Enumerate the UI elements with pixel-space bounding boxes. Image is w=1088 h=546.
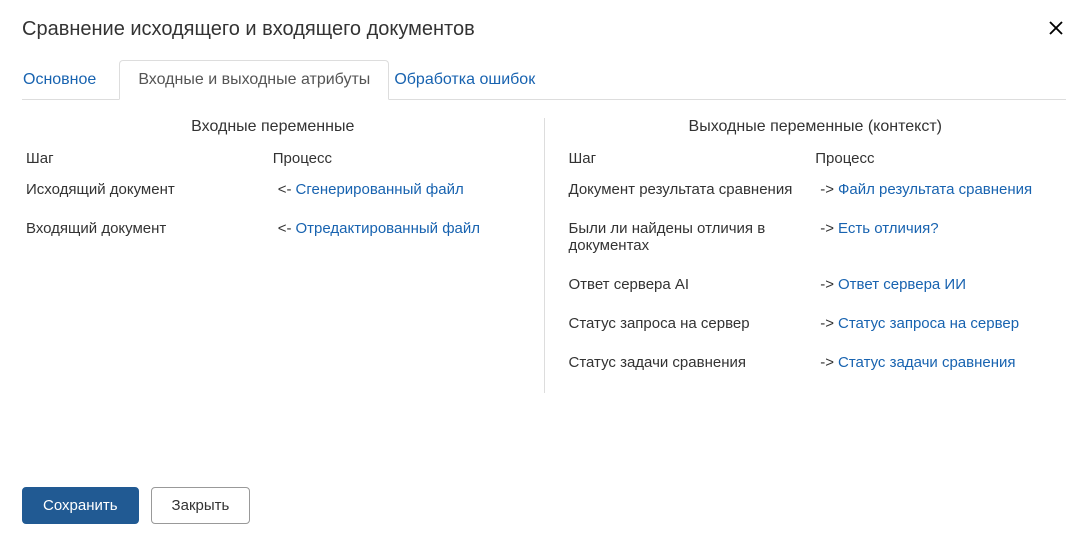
- input-variables-panel: Входные переменные Шаг Процесс Исходящий…: [22, 118, 545, 393]
- input-row: Исходящий документ <- Сгенерированный фа…: [26, 181, 520, 198]
- output-step-label: Были ли найдены отличия в документах: [569, 220, 821, 254]
- output-row: Документ результата сравнения -> Файл ре…: [569, 181, 1063, 198]
- output-row: Ответ сервера AI -> Ответ сервера ИИ: [569, 276, 1063, 293]
- output-row: Статус запроса на сервер -> Статус запро…: [569, 315, 1063, 332]
- input-row: Входящий документ <- Отредактированный ф…: [26, 220, 520, 237]
- arrow-left-icon: <-: [278, 220, 292, 237]
- input-process-link[interactable]: Отредактированный файл: [296, 220, 481, 237]
- input-step-label: Входящий документ: [26, 220, 278, 237]
- output-process-link[interactable]: Есть отличия?: [838, 220, 939, 237]
- arrow-right-icon: ->: [820, 354, 834, 371]
- save-button[interactable]: Сохранить: [22, 487, 139, 524]
- output-step-label: Статус запроса на сервер: [569, 315, 821, 332]
- output-step-label: Документ результата сравнения: [569, 181, 821, 198]
- dialog-title: Сравнение исходящего и входящего докумен…: [22, 18, 475, 41]
- input-panel-title: Входные переменные: [26, 118, 520, 136]
- output-step-label: Статус задачи сравнения: [569, 354, 821, 371]
- output-process-link[interactable]: Статус запроса на сервер: [838, 315, 1019, 332]
- output-process-link[interactable]: Статус задачи сравнения: [838, 354, 1016, 371]
- output-row: Были ли найдены отличия в документах -> …: [569, 220, 1063, 254]
- arrow-right-icon: ->: [820, 315, 834, 332]
- input-header-process: Процесс: [273, 150, 520, 167]
- arrow-right-icon: ->: [820, 181, 834, 198]
- tab-attributes[interactable]: Входные и выходные атрибуты: [119, 60, 389, 100]
- input-step-label: Исходящий документ: [26, 181, 278, 198]
- close-button[interactable]: Закрыть: [151, 487, 251, 524]
- output-header-step: Шаг: [569, 150, 816, 167]
- output-process-link[interactable]: Файл результата сравнения: [838, 181, 1032, 198]
- arrow-right-icon: ->: [820, 220, 834, 237]
- arrow-right-icon: ->: [820, 276, 834, 293]
- tab-bar: Основное Входные и выходные атрибуты Обр…: [22, 59, 1066, 100]
- output-panel-title: Выходные переменные (контекст): [569, 118, 1063, 136]
- tab-errors[interactable]: Обработка ошибок: [393, 60, 554, 100]
- input-header-step: Шаг: [26, 150, 273, 167]
- tab-main[interactable]: Основное: [22, 60, 115, 100]
- close-icon[interactable]: [1046, 18, 1066, 38]
- arrow-left-icon: <-: [278, 181, 292, 198]
- output-variables-panel: Выходные переменные (контекст) Шаг Проце…: [545, 118, 1067, 393]
- output-header-process: Процесс: [815, 150, 1062, 167]
- output-step-label: Ответ сервера AI: [569, 276, 821, 293]
- input-process-link[interactable]: Сгенерированный файл: [296, 181, 464, 198]
- output-row: Статус задачи сравнения -> Статус задачи…: [569, 354, 1063, 371]
- output-process-link[interactable]: Ответ сервера ИИ: [838, 276, 966, 293]
